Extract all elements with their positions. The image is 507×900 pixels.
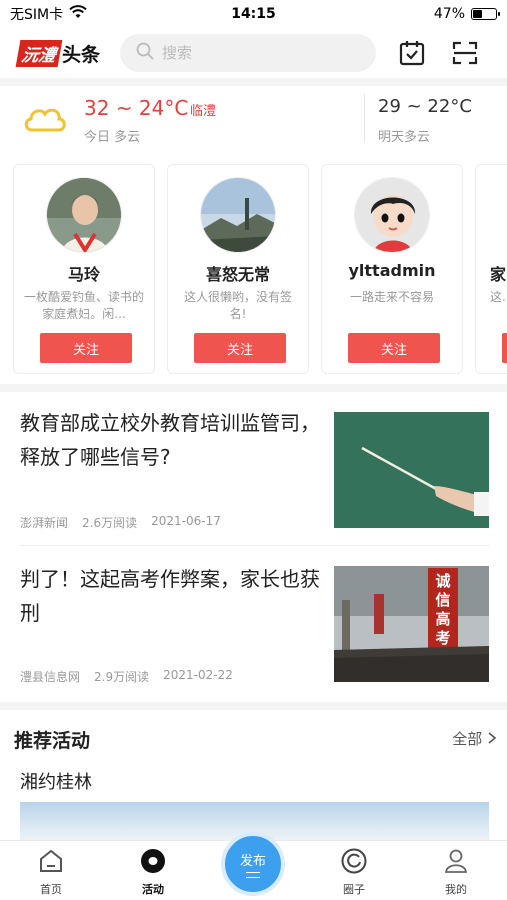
divider [0, 384, 507, 392]
news-date: 2021-06-17 [151, 514, 221, 528]
recommended-users[interactable]: 马玲 一枚酷爱钓鱼、读书的家庭煮妇。闲... 关注 喜怒无常 这人很懒哟，没有签… [0, 164, 507, 378]
news-title[interactable]: 判了！这起高考作弊案，家长也获刑 [20, 562, 320, 630]
news-thumbnail[interactable]: 诚信高考 [334, 566, 489, 682]
news-reads: 2.6万阅读 [82, 516, 138, 530]
publish-label: 发布 [239, 854, 266, 869]
tomorrow-weather-desc: 明天多云 [378, 130, 431, 145]
follow-button[interactable]: 关注 [348, 333, 440, 363]
section-title: 推荐活动 [14, 730, 91, 752]
news-item[interactable]: 教育部成立校外教育培训监管司，释放了哪些信号? 澎湃新闻 2.6万阅读 2021… [0, 392, 507, 546]
search-icon [136, 42, 154, 64]
user-name: 马玲 [67, 265, 100, 284]
status-bar: 无SIM卡 14:15 47% [0, 0, 507, 28]
publish-button[interactable]: 发布 [221, 832, 285, 896]
tab-label: 首页 [40, 883, 62, 896]
avatar[interactable] [354, 177, 430, 253]
avatar[interactable] [200, 177, 276, 253]
follow-button[interactable]: 关注 [40, 333, 132, 363]
tab-mine[interactable]: 我的 [416, 847, 496, 897]
scan-icon[interactable] [450, 38, 480, 68]
weather-city: 临澧 [190, 104, 217, 119]
publish-icon [246, 872, 260, 878]
news-thumbnail[interactable] [334, 412, 489, 528]
weather-panel[interactable]: 32 ~ 24°C 临澧 今日 多云 29 ~ 22°C 明天多云 [0, 86, 507, 154]
tab-label: 圈子 [343, 883, 365, 896]
today-weather-desc: 今日 多云 [84, 130, 141, 145]
status-right: 47% [433, 6, 500, 22]
activity-icon [139, 847, 167, 879]
tab-activity[interactable]: 活动 [113, 847, 193, 897]
user-bio: 这人很懒哟，没有签名! [183, 290, 292, 321]
battery-icon [471, 8, 500, 20]
divider [0, 702, 507, 710]
integrity-exam-sign: 诚信高考 [435, 572, 451, 647]
follow-button[interactable]: 关注 [502, 333, 507, 363]
view-all-label: 全部 [452, 730, 483, 748]
user-card[interactable]: 家 这... 关注 [475, 164, 507, 374]
user-name: 喜怒无常 [205, 265, 270, 284]
user-icon [442, 847, 470, 879]
tab-label: 活动 [142, 883, 164, 896]
tab-circle[interactable]: 圈子 [314, 847, 394, 897]
avatar[interactable] [46, 177, 122, 253]
logo-red-text: 沅澧 [15, 40, 63, 67]
search-input[interactable] [162, 44, 352, 62]
home-icon [37, 847, 65, 879]
news-meta: 澎湃新闻 2.6万阅读 2021-06-17 [20, 514, 221, 531]
battery-fill [473, 10, 483, 18]
cloud-icon [22, 100, 68, 140]
user-bio: 一路走来不容易 [349, 290, 434, 304]
activity-name[interactable]: 湘约桂林 [20, 768, 92, 794]
tab-home[interactable]: 首页 [11, 847, 91, 897]
user-card[interactable]: ylttadmin 一路走来不容易 关注 [321, 164, 463, 374]
user-name: 家 [490, 265, 507, 284]
status-time: 14:15 [231, 6, 276, 22]
divider [0, 78, 507, 86]
tab-label: 我的 [445, 883, 467, 896]
user-card[interactable]: 马玲 一枚酷爱钓鱼、读书的家庭煮妇。闲... 关注 [13, 164, 155, 374]
circle-icon [340, 847, 368, 879]
logo-black-text: 头条 [62, 44, 101, 66]
news-item[interactable]: 判了！这起高考作弊案，家长也获刑 澧县信息网 2.9万阅读 2021-02-22… [0, 546, 507, 700]
app-logo[interactable]: 沅澧 头条 [15, 40, 101, 67]
user-bio: 一枚酷爱钓鱼、读书的家庭煮妇。闲... [24, 290, 144, 321]
user-name: ylttadmin [348, 261, 436, 280]
weather-separator [364, 94, 365, 142]
tomorrow-temperature: 29 ~ 22°C [378, 96, 472, 117]
battery-percent: 47% [433, 6, 465, 22]
view-all-link[interactable]: 全部 [452, 728, 497, 749]
chevron-right-icon [487, 730, 497, 748]
follow-button[interactable]: 关注 [194, 333, 286, 363]
news-source: 澎湃新闻 [20, 516, 69, 530]
calendar-check-icon[interactable] [397, 38, 427, 68]
news-source: 澧县信息网 [20, 670, 81, 684]
user-bio: 这... [490, 290, 507, 304]
news-date: 2021-02-22 [163, 668, 233, 682]
search-bar[interactable] [120, 34, 376, 72]
header: 沅澧 头条 [0, 28, 507, 78]
news-meta: 澧县信息网 2.9万阅读 2021-02-22 [20, 668, 233, 685]
news-title[interactable]: 教育部成立校外教育培训监管司，释放了哪些信号? [20, 406, 320, 474]
user-card[interactable]: 喜怒无常 这人很懒哟，没有签名! 关注 [167, 164, 309, 374]
news-reads: 2.9万阅读 [94, 670, 150, 684]
today-temperature: 32 ~ 24°C [84, 96, 189, 120]
